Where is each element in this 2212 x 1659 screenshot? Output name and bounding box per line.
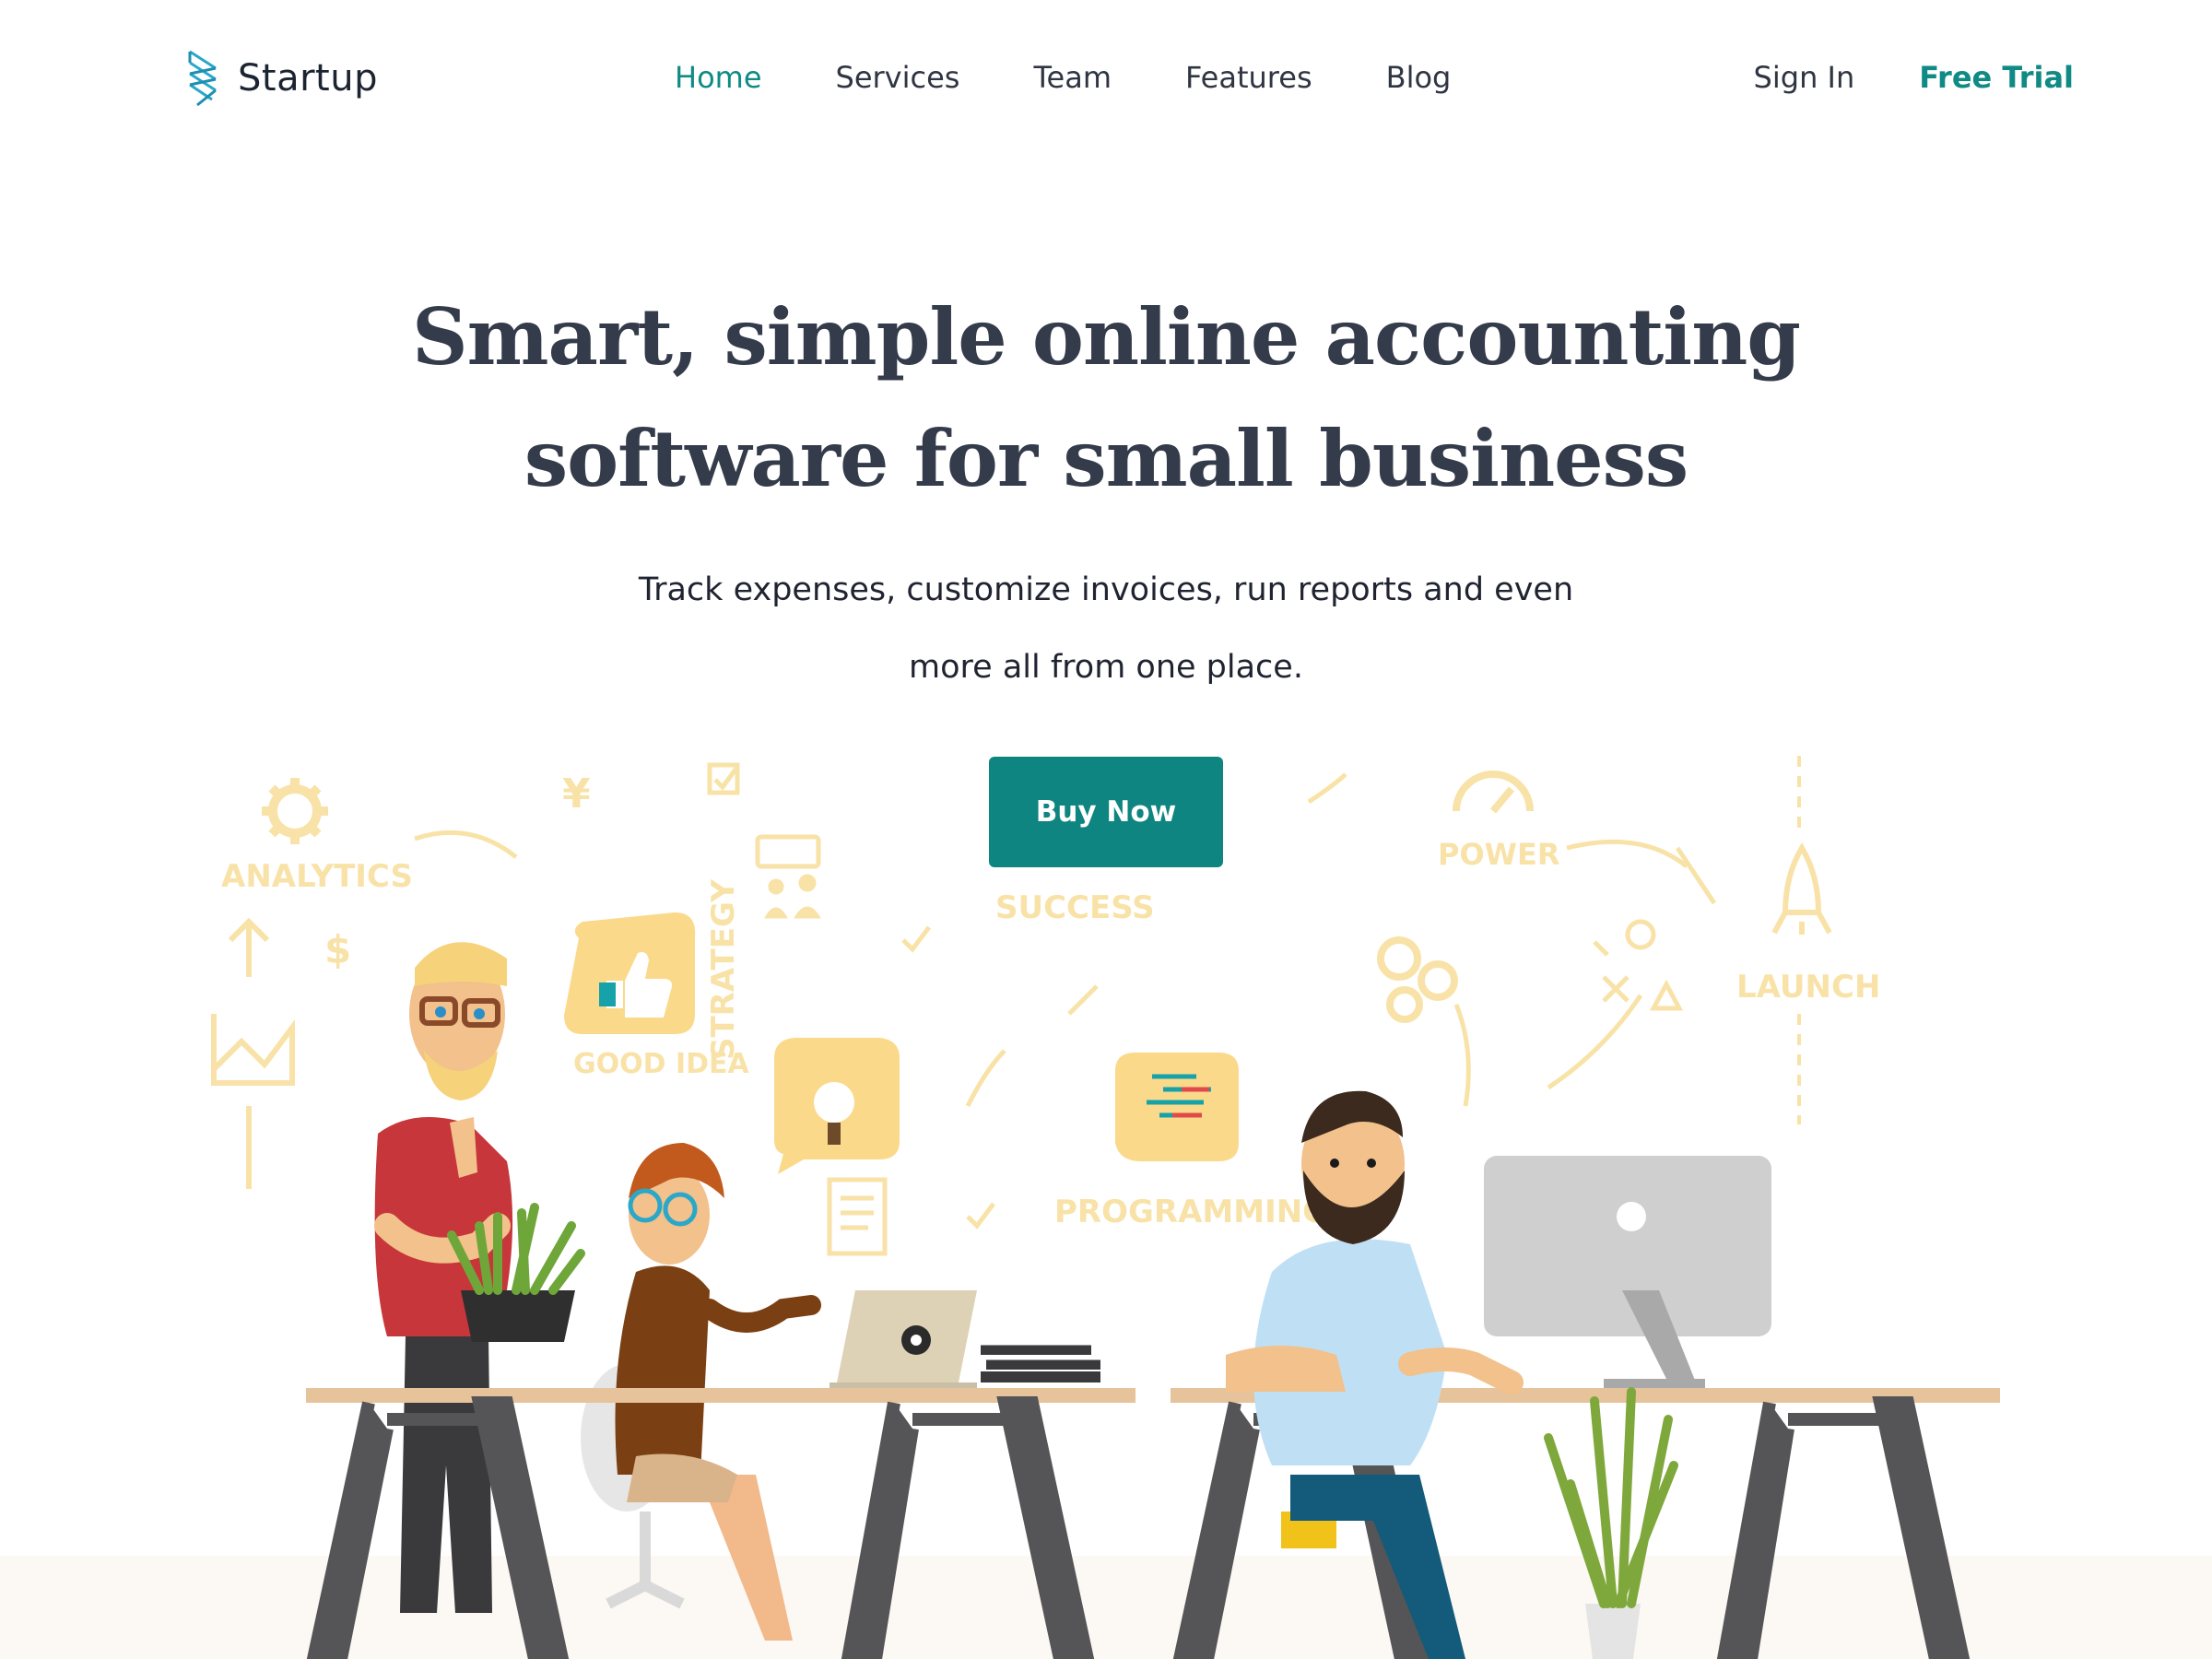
- bearded-man-figure: [1226, 1090, 1524, 1659]
- svg-text:¥: ¥: [562, 771, 591, 818]
- doodle-word-success: SUCCESS: [995, 889, 1155, 926]
- thumbs-up-bubble: [564, 912, 696, 1034]
- laptop-device: [830, 1290, 1100, 1388]
- doodle-word-launch: LAUNCH: [1736, 969, 1880, 1006]
- doodle-word-strategy: STRATEGY: [705, 879, 742, 1060]
- doodle-word-good-idea: GOOD IDEA: [573, 1048, 750, 1080]
- gauge-icon: [1453, 771, 1534, 814]
- hero-subtitle: Track expenses, customize invoices, run …: [553, 551, 1659, 706]
- gear-icon: [262, 778, 328, 844]
- hero-subtitle-line-1: Track expenses, customize invoices, run …: [638, 571, 1574, 608]
- desktop-monitor: [1484, 1156, 1771, 1388]
- doodle-word-power: POWER: [1438, 837, 1559, 872]
- svg-text:$: $: [324, 927, 351, 972]
- floor-plant: [1544, 1387, 1678, 1659]
- hero-title: Smart, simple online accounting software…: [276, 276, 1936, 520]
- lightbulb-bubble: [774, 1038, 900, 1174]
- hero-title-line-1: Smart, simple online accounting: [411, 291, 1801, 382]
- doodle-word-programming: PROGRAMMING: [1054, 1194, 1328, 1230]
- rocket-icon: [1771, 842, 1832, 935]
- doodle-word-analytics: ANALYTICS: [221, 858, 413, 895]
- buy-now-button[interactable]: Buy Now: [989, 757, 1223, 867]
- hero-subtitle-line-2: more all from one place.: [909, 649, 1303, 686]
- hero-title-line-2: software for small business: [524, 413, 1688, 504]
- standing-man-figure: [374, 942, 513, 1613]
- code-bubble: [1115, 1053, 1239, 1161]
